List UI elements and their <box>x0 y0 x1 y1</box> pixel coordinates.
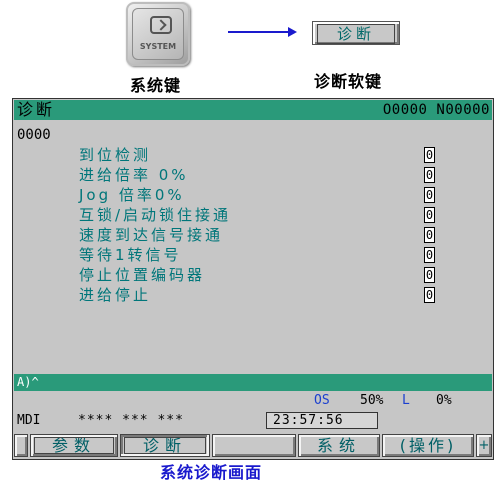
system-key-label: SYSTEM <box>139 42 177 51</box>
cnc-diagnosis-screen: 诊断 O0000 N00000 0000 到位检测 0 进给倍率 0% 0 Jo… <box>12 98 494 460</box>
softkey-operation[interactable]: (操作) <box>382 434 474 457</box>
diag-item-label: Jog 倍率0% <box>79 186 185 204</box>
softkey-caption: 诊断软键 <box>314 72 383 91</box>
l-value: 0% <box>436 393 452 408</box>
softkey-next-icon[interactable]: + <box>476 434 492 457</box>
arrow-line <box>228 31 290 33</box>
l-label: L <box>402 393 410 408</box>
softkey-label: (操作) <box>399 436 457 455</box>
softkey-parameter[interactable]: 参数 <box>30 434 118 457</box>
diag-item-value[interactable]: 0 <box>424 187 435 203</box>
softkey-system[interactable]: 系统 <box>298 434 380 457</box>
diag-item-label: 速度到达信号接通 <box>79 226 224 244</box>
softkey-empty[interactable] <box>212 434 296 457</box>
system-key-image: SYSTEM <box>126 2 190 66</box>
mode-indicator: MDI <box>17 413 41 428</box>
diag-item-value[interactable]: 0 <box>424 167 435 183</box>
diag-item-value[interactable]: 0 <box>424 207 435 223</box>
override-status: OS 50% L 0% <box>14 392 492 409</box>
softkey-diagnosis[interactable]: 诊断 <box>120 434 210 457</box>
diag-item-value[interactable]: 0 <box>424 247 435 263</box>
os-value: 50% <box>360 393 384 408</box>
diag-item-value[interactable]: 0 <box>424 267 435 283</box>
system-glyph-icon <box>150 16 172 34</box>
clock-time: 23:57:56 <box>273 413 344 428</box>
clock-display: 23:57:56 <box>266 412 378 429</box>
diag-item-label: 进给倍率 0% <box>79 166 189 184</box>
command-prompt: A)^ <box>17 375 39 389</box>
diag-item-value[interactable]: 0 <box>424 287 435 303</box>
diag-item-label: 到位检测 <box>79 146 152 164</box>
diag-item-value[interactable]: 0 <box>424 147 435 163</box>
softkey-label: 系统 <box>316 436 361 455</box>
mode-status-line: MDI **** *** *** 23:57:56 <box>14 411 492 431</box>
diag-item-label: 互锁/启动锁住接通 <box>79 206 232 224</box>
diag-item-label: 停止位置编码器 <box>79 266 206 284</box>
diag-item-label: 进给停止 <box>79 286 152 304</box>
figure-caption: 系统诊断画面 <box>160 463 263 482</box>
status-stars: **** *** *** <box>78 413 184 428</box>
title-bar: 诊断 O0000 N00000 <box>14 100 492 120</box>
diagnosis-number: 0000 <box>17 127 51 143</box>
softkey-preview-label: 诊断 <box>317 24 395 44</box>
screen-title: 诊断 <box>17 100 56 119</box>
softkey-left-arrow[interactable] <box>14 434 28 457</box>
arrow-right-icon <box>288 27 297 37</box>
program-info: O0000 N00000 <box>382 102 490 118</box>
system-key-caption: 系统键 <box>130 76 182 95</box>
diag-item-label: 等待1转信号 <box>79 246 182 264</box>
diagnosis-softkey-preview: 诊断 <box>312 21 400 45</box>
command-input-line[interactable]: A)^ <box>14 374 492 391</box>
softkey-bar: 参数 诊断 系统 (操作) + <box>14 434 492 458</box>
os-label: OS <box>314 393 330 408</box>
softkey-next-label: + <box>478 438 490 453</box>
diag-item-value[interactable]: 0 <box>424 227 435 243</box>
